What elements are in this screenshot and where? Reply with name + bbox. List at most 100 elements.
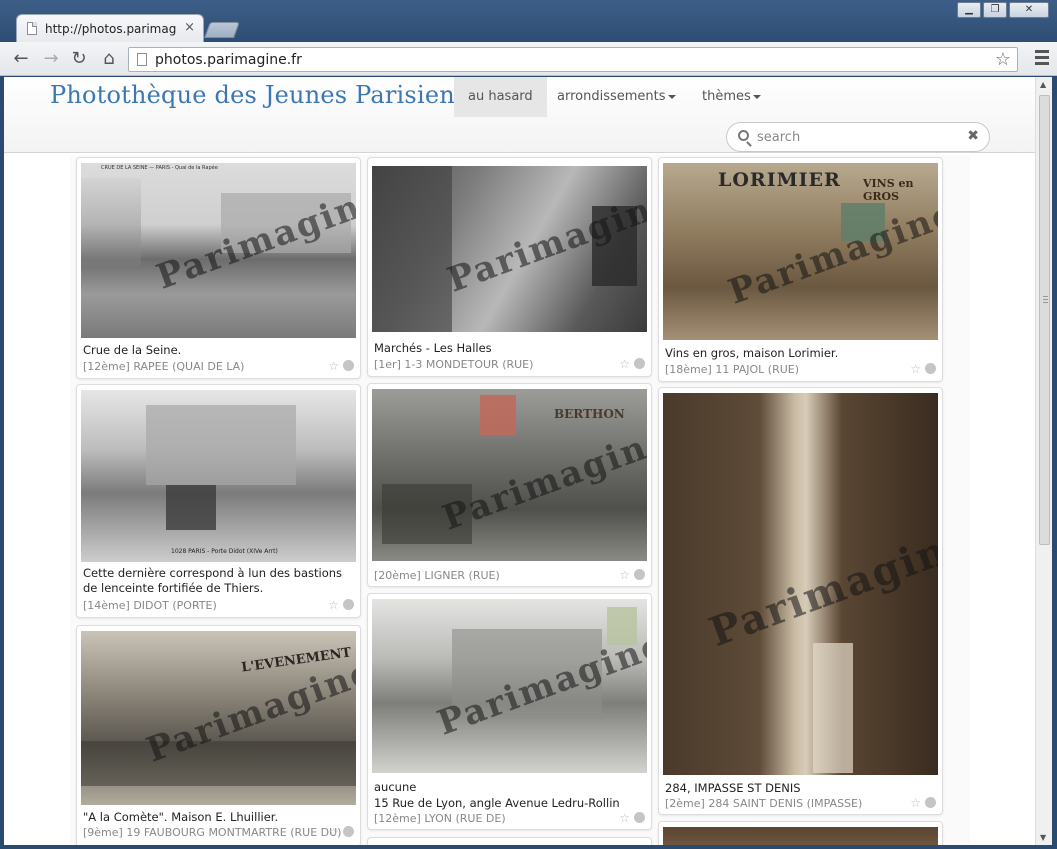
photo-inscription: 1028 PARIS - Porte Didot (XIVe Arrt) xyxy=(171,548,278,555)
search-input[interactable] xyxy=(755,127,955,147)
photo[interactable]: CRUE DE LA SEINE — PARIS - Quai de la Ra… xyxy=(81,163,356,338)
card-location[interactable]: [20ème] LIGNER (RUE) xyxy=(374,569,500,582)
photo-card[interactable] xyxy=(367,837,652,845)
globe-icon[interactable] xyxy=(634,569,645,580)
card-actions: ☆ xyxy=(328,598,354,612)
url-text[interactable]: photos.parimagine.fr xyxy=(155,52,302,68)
photo[interactable]: Parimagine xyxy=(663,393,938,775)
card-actions: ☆ xyxy=(328,359,354,373)
page-icon xyxy=(27,22,37,35)
photo-card[interactable]: BERTHON Parimagine [20ème] LIGNER (RUE) … xyxy=(367,383,652,587)
nav-arrondissements-label: arrondissements xyxy=(557,89,666,104)
new-tab-button[interactable] xyxy=(204,22,240,38)
photo-card[interactable]: Parimagine Marchés - Les Halles [1er] 1-… xyxy=(367,157,652,377)
favorite-star-icon[interactable]: ☆ xyxy=(328,825,339,839)
card-caption: Cette dernière correspond à lun des bast… xyxy=(83,566,343,595)
close-window-button[interactable]: ✕ xyxy=(1009,2,1049,18)
page-scrollbar[interactable]: ▲ ▼ xyxy=(1035,77,1052,845)
photo-inscription: BERTHON xyxy=(554,407,625,421)
card-caption: Marchés - Les Halles xyxy=(374,341,492,355)
card-location[interactable]: [18ème] 11 PAJOL (RUE) xyxy=(665,363,799,376)
home-icon[interactable]: ⌂ xyxy=(98,48,120,70)
minimize-button[interactable]: ▁ xyxy=(957,2,981,18)
watermark-text: Parimagine xyxy=(723,193,938,313)
photo-inscription: VINS en GROS xyxy=(863,177,914,203)
search-box: ✖ xyxy=(726,122,990,152)
scrollbar-thumb[interactable] xyxy=(1039,95,1050,545)
back-arrow-icon[interactable]: ← xyxy=(10,48,32,70)
card-actions: ☆ xyxy=(910,362,936,376)
photo-card[interactable]: L'EVENEMENT Parimagine "A la Comète". Ma… xyxy=(76,625,361,845)
card-location[interactable]: [9ème] 19 FAUBOURG MONTMARTRE (RUE DU) xyxy=(83,826,341,839)
search-icon xyxy=(738,130,749,141)
photo[interactable]: 1028 PARIS - Porte Didot (XIVe Arrt) xyxy=(81,390,356,562)
tab-title: http://photos.parimagine.fr xyxy=(45,22,177,36)
scroll-up-arrow-icon[interactable]: ▲ xyxy=(1040,80,1046,89)
favorite-star-icon[interactable]: ☆ xyxy=(910,796,921,810)
photo[interactable]: Parimagine xyxy=(372,599,647,773)
photo[interactable] xyxy=(663,827,938,845)
page-viewport: Photothèque des Jeunes Parisiens au hasa… xyxy=(4,77,1035,845)
caret-down-icon xyxy=(752,94,761,99)
forward-arrow-icon[interactable]: → xyxy=(40,48,62,70)
tab-close-icon[interactable]: × xyxy=(184,20,195,35)
card-caption: aucune xyxy=(374,780,417,794)
nav-themes-label: thèmes xyxy=(702,89,751,104)
photo-card[interactable]: Parimagine 284, IMPASSE ST DENIS [2ème] … xyxy=(658,387,943,815)
globe-icon[interactable] xyxy=(343,599,354,610)
window-controls: ▁ ❐ ✕ xyxy=(957,2,1049,18)
globe-icon[interactable] xyxy=(925,363,936,374)
photo-inscription: CRUE DE LA SEINE — PARIS - Quai de la Ra… xyxy=(101,165,218,171)
address-bar[interactable]: photos.parimagine.fr ☆ xyxy=(128,47,1018,72)
card-caption: Crue de la Seine. xyxy=(83,343,182,357)
favorite-star-icon[interactable]: ☆ xyxy=(619,568,630,582)
card-actions: ☆ xyxy=(619,357,645,371)
photo-inscription: LORIMIER xyxy=(718,169,841,191)
watermark-text: Parimagine xyxy=(703,517,938,656)
card-actions: ☆ xyxy=(619,811,645,825)
photo[interactable]: LORIMIER VINS en GROS Parimagine xyxy=(663,163,938,340)
photo-card[interactable]: LORIMIER VINS en GROS Parimagine Vins en… xyxy=(658,157,943,382)
photo-card[interactable] xyxy=(658,821,943,845)
card-location[interactable]: [12ème] LYON (RUE DE) xyxy=(374,812,506,825)
scroll-down-arrow-icon[interactable]: ▼ xyxy=(1040,833,1046,842)
card-caption: Vins en gros, maison Lorimier. xyxy=(665,346,839,360)
clear-search-icon[interactable]: ✖ xyxy=(967,128,979,144)
photo-card[interactable]: CRUE DE LA SEINE — PARIS - Quai de la Ra… xyxy=(76,157,361,379)
browser-menu-icon[interactable] xyxy=(1035,50,1049,66)
card-location[interactable]: [1er] 1-3 MONDETOUR (RUE) xyxy=(374,358,533,371)
favorite-star-icon[interactable]: ☆ xyxy=(619,811,630,825)
photo-card[interactable]: 1028 PARIS - Porte Didot (XIVe Arrt) Cet… xyxy=(76,384,361,618)
globe-icon[interactable] xyxy=(925,797,936,808)
nav-random[interactable]: au hasard xyxy=(454,77,547,117)
globe-icon[interactable] xyxy=(634,812,645,823)
photo[interactable]: BERTHON Parimagine xyxy=(372,389,647,561)
favorite-star-icon[interactable]: ☆ xyxy=(328,359,339,373)
card-location[interactable]: [2ème] 284 SAINT DENIS (IMPASSE) xyxy=(665,797,862,810)
card-location[interactable]: [14ème] DIDOT (PORTE) xyxy=(83,599,217,612)
nav-arrondissements[interactable]: arrondissements xyxy=(543,77,690,117)
caret-down-icon xyxy=(667,94,676,99)
maximize-button[interactable]: ❐ xyxy=(983,2,1007,18)
card-actions: ☆ xyxy=(328,825,354,839)
browser-tab[interactable]: http://photos.parimagine.fr × xyxy=(16,14,204,42)
card-caption: 284, IMPASSE ST DENIS xyxy=(665,781,801,795)
photo-card[interactable]: Parimagine aucune 15 Rue de Lyon, angle … xyxy=(367,593,652,830)
nav-themes[interactable]: thèmes xyxy=(688,77,775,117)
site-title[interactable]: Photothèque des Jeunes Parisiens xyxy=(50,81,467,109)
globe-icon[interactable] xyxy=(634,358,645,369)
bookmark-star-icon[interactable]: ☆ xyxy=(995,49,1011,70)
page-icon xyxy=(137,53,147,66)
favorite-star-icon[interactable]: ☆ xyxy=(328,598,339,612)
favorite-star-icon[interactable]: ☆ xyxy=(619,357,630,371)
photo[interactable]: Parimagine xyxy=(372,166,647,332)
card-caption: "A la Comète". Maison E. Lhuillier. xyxy=(83,810,279,824)
reload-icon[interactable]: ↻ xyxy=(68,48,90,70)
browser-toolbar: ← → ↻ ⌂ photos.parimagine.fr ☆ xyxy=(0,42,1057,76)
card-location[interactable]: [12ème] RAPEE (QUAI DE LA) xyxy=(83,360,244,373)
favorite-star-icon[interactable]: ☆ xyxy=(910,362,921,376)
photo[interactable]: L'EVENEMENT Parimagine xyxy=(81,631,356,805)
browser-titlebar: http://photos.parimagine.fr × ▁ ❐ ✕ xyxy=(0,0,1057,42)
globe-icon[interactable] xyxy=(343,360,354,371)
globe-icon[interactable] xyxy=(343,826,354,837)
